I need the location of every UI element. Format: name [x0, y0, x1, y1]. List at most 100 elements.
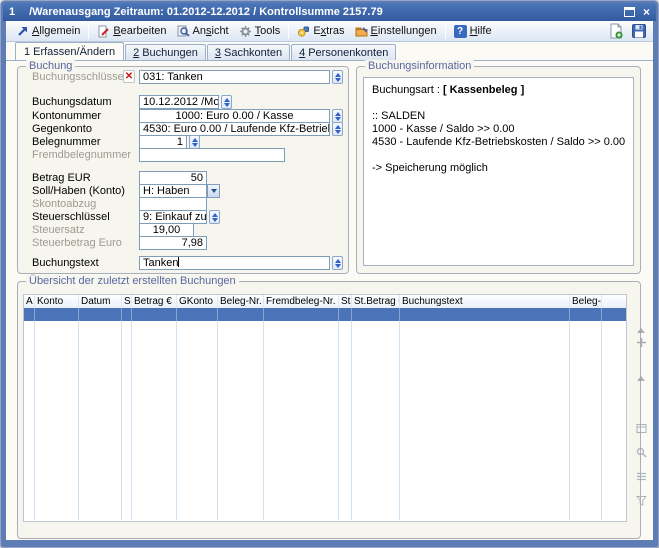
first-record-icon[interactable]: [637, 311, 645, 329]
text-caret: [178, 257, 179, 267]
kontonummer-field[interactable]: 1000: Euro 0.00 / Kasse: [139, 109, 330, 123]
belegnummer-label: Belegnummer: [32, 135, 100, 149]
list-view-icon[interactable]: [636, 469, 647, 487]
betrag-eur-label: Betrag EUR: [32, 171, 91, 185]
col-header-st[interactable]: St: [339, 295, 352, 308]
menu-einstellungen[interactable]: Einstellungen: [350, 24, 442, 39]
col-header-konto[interactable]: Konto: [35, 295, 79, 308]
buchungstext-field[interactable]: Tanken: [139, 256, 330, 270]
col-header-beleg-nr-2[interactable]: Beleg-Nr.2: [570, 295, 602, 308]
fremdbelegnummer-label: Fremdbelegnummer: [32, 148, 131, 162]
soll-haben-dropdown-icon[interactable]: [207, 184, 220, 198]
col-header-s[interactable]: S: [122, 295, 132, 308]
window-title: /Warenausgang Zeitraum: 01.2012-12.2012 …: [29, 6, 624, 18]
steuerbetrag-field[interactable]: 7,98: [139, 236, 207, 250]
kontonummer-label: Kontonummer: [32, 109, 101, 123]
app-window: 1 /Warenausgang Zeitraum: 01.2012-12.201…: [0, 0, 659, 548]
move-up-icon[interactable]: [636, 335, 647, 353]
buchungsdatum-label: Buchungsdatum: [32, 95, 112, 109]
col-header-beleg-nr[interactable]: Beleg-Nr.: [218, 295, 264, 308]
card-view-icon[interactable]: [636, 421, 647, 439]
menu-bar: Allgemein Bearbeiten Ansicht: [6, 21, 653, 42]
steuerschluessel-label: Steuerschlüssel: [32, 210, 110, 224]
new-document-icon[interactable]: [608, 23, 624, 39]
belegnummer-field[interactable]: 1: [139, 135, 187, 149]
title-bar: 1 /Warenausgang Zeitraum: 01.2012-12.201…: [3, 3, 656, 21]
buchungsdatum-field[interactable]: 10.12.2012 /Mo: [139, 95, 219, 109]
gegenkonto-field[interactable]: 4530: Euro 0.00 / Laufende Kfz-Betriebsk…: [139, 122, 330, 136]
col-header-datum[interactable]: Datum: [79, 295, 122, 308]
buchungsdatum-spinner[interactable]: [221, 95, 232, 109]
col-header-fremdbeleg-nr[interactable]: Fremdbeleg-Nr.: [264, 295, 339, 308]
buchungen-table: A Konto Datum S Betrag € GKonto Beleg-Nr…: [23, 294, 627, 522]
skontoabzug-label: Skontoabzug: [32, 197, 96, 211]
tab-erfassen-aendern[interactable]: 1Erfassen/Ändern: [15, 42, 124, 60]
soll-haben-select[interactable]: H: Haben: [139, 184, 207, 198]
close-icon[interactable]: ×: [643, 7, 650, 17]
menu-extras[interactable]: Extras: [292, 24, 349, 39]
table-header-row: A Konto Datum S Betrag € GKonto Beleg-Nr…: [24, 295, 626, 308]
buchungsschluessel-label: Buchungsschlüssel: [32, 70, 126, 84]
buchungsinformation-group-label: Buchungsinformation: [365, 60, 474, 73]
menu-separator: [88, 24, 89, 39]
buchungstext-label: Buchungstext: [32, 256, 99, 270]
tab-sachkonten[interactable]: 3Sachkonten: [207, 44, 290, 60]
record-nav-toolbar: [632, 308, 650, 548]
view-icon: [177, 25, 190, 38]
steuerschluessel-spinner[interactable]: [209, 210, 220, 224]
salden-heading: :: SALDEN: [372, 110, 625, 123]
uebersicht-groupbox: Übersicht der zuletzt erstellten Buchung…: [17, 281, 641, 539]
buchungstext-spinner[interactable]: [332, 256, 343, 270]
saldo-konto-line: 1000 - Kasse / Saldo >> 0.00: [372, 123, 625, 136]
table-body-grid[interactable]: [24, 321, 626, 520]
col-header-betrag[interactable]: Betrag €: [132, 295, 177, 308]
col-header-st-betrag[interactable]: St.Betrag €: [352, 295, 400, 308]
steuerschluessel-field[interactable]: 9: Einkauf zu: [139, 210, 207, 224]
save-icon[interactable]: [631, 23, 647, 39]
selected-table-row[interactable]: [24, 308, 626, 321]
col-header-gkonto[interactable]: GKonto: [177, 295, 218, 308]
fremdbelegnummer-field[interactable]: [139, 148, 285, 162]
buchungsinformation-panel: Buchungsart : [ Kassenbeleg ] :: SALDEN …: [363, 77, 634, 266]
belegnummer-spinner[interactable]: [189, 135, 200, 149]
menu-separator: [445, 24, 446, 39]
menu-ansicht[interactable]: Ansicht: [172, 24, 234, 39]
col-header-a[interactable]: A: [24, 295, 35, 308]
saldo-gegenkonto-line: 4530 - Laufende Kfz-Betriebskosten / Sal…: [372, 136, 625, 149]
menu-allgemein[interactable]: Allgemein: [11, 24, 85, 39]
gegenkonto-spinner[interactable]: [332, 122, 343, 136]
buchungsinformation-groupbox: Buchungsinformation Buchungsart : [ Kass…: [356, 66, 641, 274]
steuerbetrag-label: Steuerbetrag Euro: [32, 236, 122, 250]
gegenkonto-label: Gegenkonto: [32, 122, 92, 136]
speicherung-status: -> Speicherung möglich: [372, 162, 625, 175]
steuersatz-field[interactable]: 19,00: [139, 223, 194, 237]
scroll-up-icon[interactable]: [637, 359, 645, 377]
menu-tools[interactable]: Tools: [234, 24, 286, 39]
buchungsschluessel-field[interactable]: 031: Tanken: [139, 70, 330, 84]
filter-icon[interactable]: [636, 493, 647, 511]
restore-icon[interactable]: [624, 7, 635, 17]
buchungsart-value: [ Kassenbeleg ]: [443, 84, 524, 96]
skontoabzug-field[interactable]: [139, 197, 207, 211]
window-number: 1: [9, 6, 15, 18]
buchungsschluessel-spinner[interactable]: [332, 70, 343, 84]
steuersatz-label: Steuersatz: [32, 223, 85, 237]
tab-buchungen[interactable]: 2Buchungen: [125, 44, 206, 60]
clear-buchungsschluessel-button[interactable]: ✕: [123, 70, 135, 83]
help-icon: ?: [454, 25, 467, 38]
buchung-groupbox: Buchung Buchungsschlüssel ✕ 031: Tanken …: [17, 66, 349, 274]
tab-personenkonten[interactable]: 4Personenkonten: [291, 44, 396, 60]
uebersicht-group-label: Übersicht der zuletzt erstellten Buchung…: [26, 275, 239, 288]
menu-hilfe[interactable]: ? Hilfe: [449, 24, 497, 39]
col-header-spacer: [602, 295, 628, 308]
menu-bearbeiten[interactable]: Bearbeiten: [92, 24, 171, 39]
extras-icon: [297, 25, 310, 38]
gear-icon: [239, 25, 252, 38]
search-icon[interactable]: [636, 445, 647, 463]
kontonummer-spinner[interactable]: [332, 109, 343, 123]
betrag-eur-field[interactable]: 50: [139, 171, 207, 185]
edit-icon: [97, 25, 110, 38]
col-header-buchungstext[interactable]: Buchungstext: [400, 295, 570, 308]
tab-strip: 1Erfassen/Ändern 2Buchungen 3Sachkonten …: [6, 43, 653, 60]
tab-page-erfassen: Buchung Buchungsschlüssel ✕ 031: Tanken …: [6, 60, 653, 540]
